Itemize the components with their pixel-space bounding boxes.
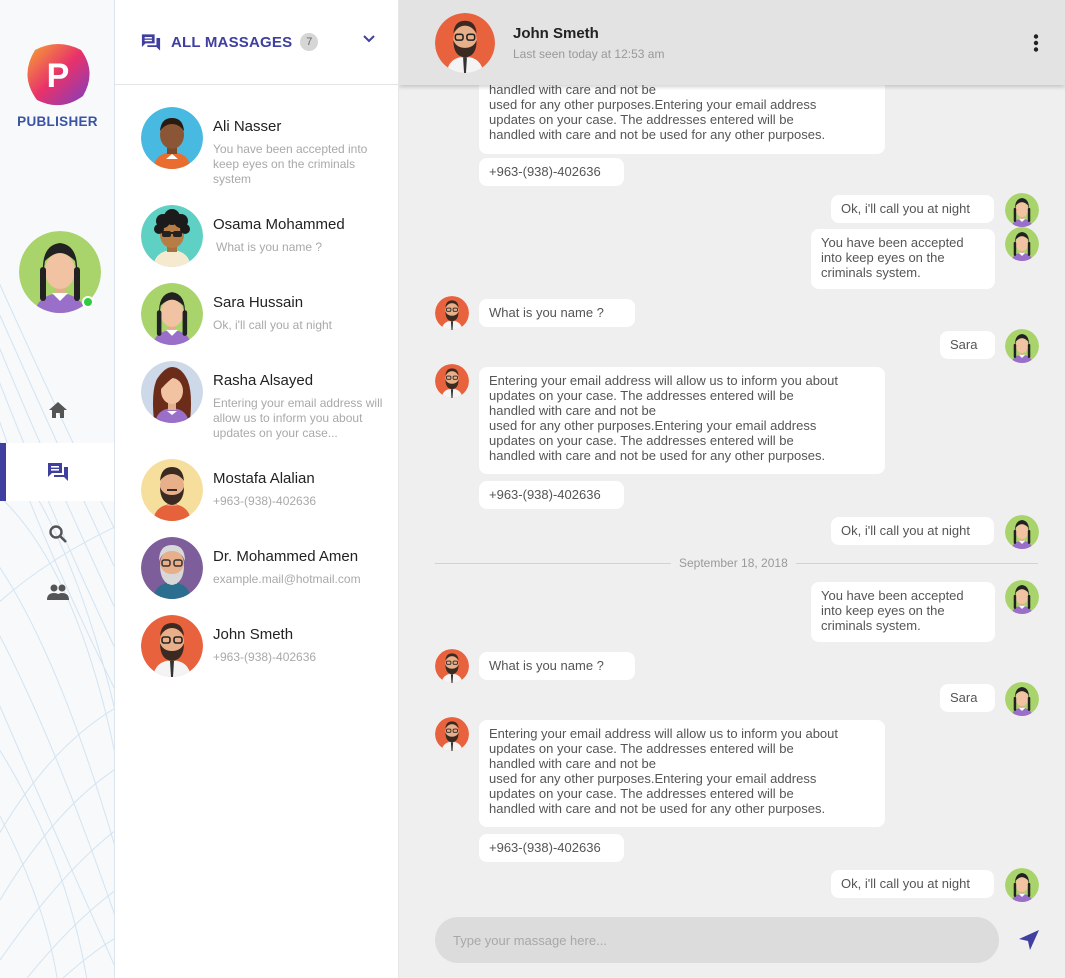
nav-home[interactable] (0, 381, 114, 439)
contact-preview: Ok, i'll call you at night (213, 318, 333, 332)
people-icon (46, 584, 69, 600)
contact-name: Sara Hussain (213, 294, 304, 311)
contact-preview: You have been accepted into keep eyes on… (213, 142, 368, 186)
chat-icon (141, 33, 161, 51)
outgoing-message: Ok, i'll call you at night (831, 517, 994, 545)
contact-preview: What is you name ? (216, 240, 323, 254)
outgoing-message: You have been accepted into keep eyes on… (811, 229, 995, 289)
chat-header: John Smeth Last seen today at 12:53 am (399, 0, 1065, 85)
last-seen-text: Last seen today at 12:53 am (513, 47, 665, 61)
my-avatar (1005, 682, 1039, 716)
chevron-down-icon[interactable] (362, 34, 376, 44)
my-avatar (1005, 580, 1039, 614)
svg-text:P: P (47, 57, 70, 95)
contact-item[interactable]: Rasha Alsayed Entering your email addres… (141, 361, 391, 440)
home-icon (48, 402, 67, 418)
sender-avatar (435, 296, 469, 330)
avatar (141, 283, 203, 345)
left-rail: P PUBLISHER (0, 0, 115, 978)
online-status-dot (82, 296, 94, 308)
messenger-app: P PUBLISHER ALL MASSAGES 7 Ali Nasser Yo… (0, 0, 1065, 978)
contact-item[interactable]: Dr. Mohammed Amen example.mail@hotmail.c… (141, 537, 391, 601)
incoming-message: What is you name ? (479, 299, 635, 327)
contact-item[interactable]: Ali Nasser You have been accepted into k… (141, 107, 391, 186)
avatar (141, 205, 203, 267)
my-avatar (1005, 868, 1039, 902)
nav-messages[interactable] (0, 443, 114, 501)
contact-item[interactable]: Osama Mohammed What is you name ? (141, 205, 391, 269)
incoming-message: What is you name ? (479, 652, 635, 680)
outgoing-message: Sara (940, 331, 995, 359)
my-avatar (1005, 227, 1039, 261)
message-input[interactable] (435, 917, 999, 963)
contact-name: Mostafa Alalian (213, 470, 315, 487)
incoming-message: Entering your email address will allow u… (479, 367, 885, 474)
incoming-message: Entering your email address will allow u… (479, 720, 885, 827)
contact-item[interactable]: Sara Hussain Ok, i'll call you at night (141, 283, 391, 347)
contacts-panel: ALL MASSAGES 7 Ali Nasser You have been … (115, 0, 399, 978)
avatar (141, 107, 203, 169)
contacts-title: ALL MASSAGES (171, 33, 293, 51)
contact-preview: +963-(938)-402636 (213, 494, 317, 508)
avatar (141, 361, 203, 423)
contact-preview: Entering your email address will allow u… (213, 396, 383, 440)
chat-contact-avatar[interactable] (435, 13, 495, 73)
contact-name: John Smeth (213, 626, 294, 643)
outgoing-message: Ok, i'll call you at night (831, 870, 994, 898)
my-avatar (1005, 193, 1039, 227)
chat-icon (47, 463, 68, 481)
nav-contacts[interactable] (0, 563, 114, 621)
avatar (141, 459, 203, 521)
contact-item[interactable]: Mostafa Alalian +963-(938)-402636 (141, 459, 391, 523)
outgoing-message: Sara (940, 684, 995, 712)
sender-avatar (435, 649, 469, 683)
contact-name: Dr. Mohammed Amen (213, 548, 359, 565)
send-icon[interactable] (1017, 928, 1041, 952)
incoming-message: +963-(938)-402636 (479, 481, 624, 509)
incoming-message: +963-(938)-402636 (479, 158, 624, 186)
contact-item[interactable]: John Smeth +963-(938)-402636 (141, 615, 391, 679)
chat-panel: John Smeth Last seen today at 12:53 am h… (399, 0, 1065, 978)
more-options-icon[interactable] (1033, 34, 1039, 52)
contacts-header[interactable]: ALL MASSAGES 7 (115, 0, 398, 85)
outgoing-message: Ok, i'll call you at night (831, 195, 994, 223)
date-divider: September 18, 2018 (671, 556, 796, 570)
incoming-message: handled with care and not be used for an… (479, 76, 885, 154)
my-avatar (1005, 329, 1039, 363)
message-count-badge: 7 (300, 33, 319, 51)
contact-name: Osama Mohammed (213, 216, 345, 233)
outgoing-message: You have been accepted into keep eyes on… (811, 582, 995, 642)
contact-name: Ali Nasser (213, 118, 282, 135)
search-icon (48, 525, 67, 543)
publisher-logo: P (27, 44, 90, 106)
sender-avatar (435, 717, 469, 751)
brand-name: PUBLISHER (17, 114, 98, 129)
contact-preview: example.mail@hotmail.com (213, 572, 361, 586)
avatar (141, 615, 203, 677)
incoming-message: +963-(938)-402636 (479, 834, 624, 862)
nav-search[interactable] (0, 505, 114, 563)
message-input-wrap (435, 917, 999, 963)
chat-contact-name: John Smeth (513, 25, 599, 42)
contact-name: Rasha Alsayed (213, 372, 314, 389)
my-avatar (1005, 515, 1039, 549)
avatar (141, 537, 203, 599)
sender-avatar (435, 364, 469, 398)
contact-preview: +963-(938)-402636 (213, 650, 317, 664)
